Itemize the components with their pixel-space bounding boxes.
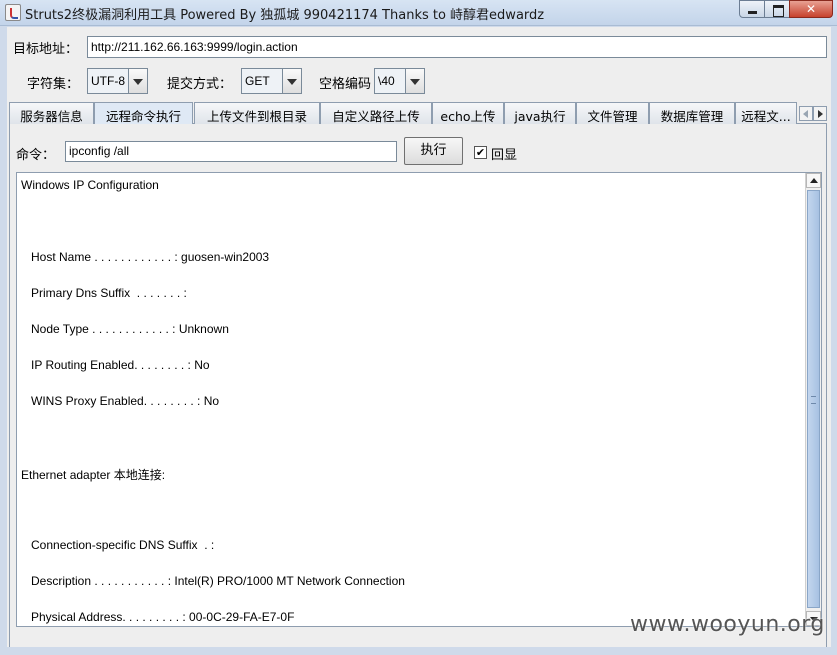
tab-file-manager[interactable]: 文件管理: [576, 102, 649, 124]
target-label: 目标地址：: [13, 42, 79, 57]
output-line: Primary Dns Suffix . . . . . . . :: [21, 286, 187, 300]
main-window: 目标地址： http://211.162.66.163:9999/login.a…: [7, 27, 831, 647]
tab-bar: 服务器信息 远程命令执行 上传文件到根目录 自定义路径上传 echo上传 jav…: [9, 102, 827, 125]
echo-checkbox[interactable]: ✔: [474, 146, 487, 159]
window-bottom-border: [0, 648, 837, 655]
command-input[interactable]: ipconfig /all: [65, 141, 397, 162]
watermark: www.wooyun.org: [630, 612, 825, 637]
window-controls: [739, 0, 833, 18]
vertical-scrollbar[interactable]: [805, 173, 821, 626]
output-line: IP Routing Enabled. . . . . . . . : No: [21, 358, 210, 372]
output-line: Ethernet adapter 本地连接:: [21, 468, 166, 482]
output-line: Host Name . . . . . . . . . . . . : guos…: [21, 250, 270, 264]
tab-server-info[interactable]: 服务器信息: [9, 102, 94, 124]
space-encoding-label: 空格编码: [319, 77, 372, 92]
title-bar: Struts2终极漏洞利用工具 Powered By 独孤城 990421174…: [0, 0, 837, 26]
echo-label: 回显: [491, 148, 518, 163]
tab-custom-upload[interactable]: 自定义路径上传: [320, 102, 432, 124]
chevron-down-icon[interactable]: [129, 69, 147, 93]
window-title: Struts2终极漏洞利用工具 Powered By 独孤城 990421174…: [25, 8, 545, 23]
scrollbar-thumb[interactable]: [807, 190, 820, 608]
tab-java-exec[interactable]: java执行: [504, 102, 576, 124]
output-area[interactable]: Windows IP Configuration Host Name . . .…: [16, 172, 822, 627]
chevron-down-icon[interactable]: [283, 69, 301, 93]
tab-remote-file[interactable]: 远程文...: [735, 102, 797, 124]
output-text: Windows IP Configuration Host Name . . .…: [21, 178, 791, 626]
output-line: Description . . . . . . . . . . . : Inte…: [21, 574, 405, 588]
target-url-field[interactable]: http://211.162.66.163:9999/login.action: [87, 36, 827, 58]
output-line: Windows IP Configuration: [21, 178, 159, 192]
charset-label: 字符集：: [27, 77, 80, 92]
method-value: GET: [242, 69, 283, 93]
chevron-down-icon[interactable]: [406, 69, 424, 93]
scroll-left-icon[interactable]: [799, 106, 813, 121]
output-line: WINS Proxy Enabled. . . . . . . . : No: [21, 394, 220, 408]
tab-upload-root[interactable]: 上传文件到根目录: [194, 102, 320, 124]
remote-command-panel: 命令： ipconfig /all 执行 ✔ 回显 Windows IP Con…: [9, 124, 827, 647]
method-select[interactable]: GET: [241, 68, 302, 94]
scroll-right-icon[interactable]: [813, 106, 827, 121]
space-encoding-value: \40: [375, 69, 406, 93]
command-label: 命令：: [16, 148, 56, 163]
scroll-up-icon[interactable]: [806, 173, 821, 188]
java-icon: [5, 4, 21, 21]
maximize-icon[interactable]: [764, 0, 790, 18]
tab-db-manager[interactable]: 数据库管理: [649, 102, 735, 124]
tab-remote-command[interactable]: 远程命令执行: [94, 102, 193, 125]
charset-value: UTF-8: [88, 69, 129, 93]
minimize-icon[interactable]: [739, 0, 765, 18]
charset-select[interactable]: UTF-8: [87, 68, 148, 94]
method-label: 提交方式：: [167, 77, 233, 92]
tab-echo-upload[interactable]: echo上传: [432, 102, 504, 124]
output-line: Node Type . . . . . . . . . . . . : Unkn…: [21, 322, 229, 336]
space-encoding-select[interactable]: \40: [374, 68, 425, 94]
execute-button[interactable]: 执行: [404, 137, 463, 165]
output-line: Connection-specific DNS Suffix . :: [21, 538, 215, 552]
close-icon[interactable]: [789, 0, 833, 18]
